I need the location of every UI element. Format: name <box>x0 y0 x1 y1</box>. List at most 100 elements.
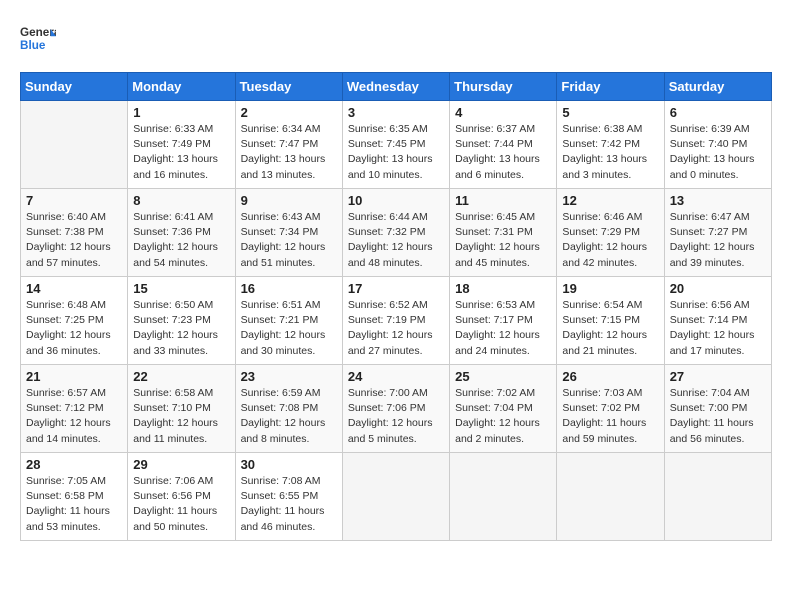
calendar-cell: 9 Sunrise: 6:43 AM Sunset: 7:34 PM Daylig… <box>235 189 342 277</box>
day-number: 25 <box>455 369 551 384</box>
logo-icon: General Blue <box>20 20 56 56</box>
calendar-cell: 14 Sunrise: 6:48 AM Sunset: 7:25 PM Dayli… <box>21 277 128 365</box>
day-info: Sunrise: 6:43 AM Sunset: 7:34 PM Dayligh… <box>241 210 337 271</box>
day-number: 7 <box>26 193 122 208</box>
calendar-cell: 29 Sunrise: 7:06 AM Sunset: 6:56 PM Dayli… <box>128 453 235 541</box>
calendar-cell: 1 Sunrise: 6:33 AM Sunset: 7:49 PM Daylig… <box>128 101 235 189</box>
day-number: 17 <box>348 281 444 296</box>
header-cell-wednesday: Wednesday <box>342 73 449 101</box>
calendar-cell: 3 Sunrise: 6:35 AM Sunset: 7:45 PM Daylig… <box>342 101 449 189</box>
day-info: Sunrise: 6:51 AM Sunset: 7:21 PM Dayligh… <box>241 298 337 359</box>
calendar-cell: 23Sunrise: 6:59 AM Sunset: 7:08 PM Dayli… <box>235 365 342 453</box>
day-info: Sunrise: 6:52 AM Sunset: 7:19 PM Dayligh… <box>348 298 444 359</box>
calendar-cell: 20 Sunrise: 6:56 AM Sunset: 7:14 PM Dayli… <box>664 277 771 365</box>
day-info: Sunrise: 6:34 AM Sunset: 7:47 PM Dayligh… <box>241 122 337 183</box>
calendar-cell: 12 Sunrise: 6:46 AM Sunset: 7:29 PM Dayli… <box>557 189 664 277</box>
calendar-cell: 19 Sunrise: 6:54 AM Sunset: 7:15 PM Dayli… <box>557 277 664 365</box>
logo: General Blue <box>20 20 60 56</box>
calendar-cell: 13Sunrise: 6:47 AM Sunset: 7:27 PM Dayli… <box>664 189 771 277</box>
calendar-cell: 4 Sunrise: 6:37 AM Sunset: 7:44 PM Daylig… <box>450 101 557 189</box>
calendar-cell: 17 Sunrise: 6:52 AM Sunset: 7:19 PM Dayli… <box>342 277 449 365</box>
day-number: 3 <box>348 105 444 120</box>
calendar-cell: 6 Sunrise: 6:39 AM Sunset: 7:40 PM Daylig… <box>664 101 771 189</box>
day-number: 10 <box>348 193 444 208</box>
day-info: Sunrise: 6:48 AM Sunset: 7:25 PM Dayligh… <box>26 298 122 359</box>
day-info: Sunrise: 6:45 AM Sunset: 7:31 PM Dayligh… <box>455 210 551 271</box>
calendar-cell: 25 Sunrise: 7:02 AM Sunset: 7:04 PM Dayli… <box>450 365 557 453</box>
day-info: Sunrise: 6:57 AM Sunset: 7:12 PM Dayligh… <box>26 386 122 447</box>
calendar-cell: 16 Sunrise: 6:51 AM Sunset: 7:21 PM Dayli… <box>235 277 342 365</box>
day-info: Sunrise: 7:05 AM Sunset: 6:58 PM Dayligh… <box>26 474 122 535</box>
header-cell-friday: Friday <box>557 73 664 101</box>
day-info: Sunrise: 7:00 AM Sunset: 7:06 PM Dayligh… <box>348 386 444 447</box>
calendar-cell: 5Sunrise: 6:38 AM Sunset: 7:42 PM Daylig… <box>557 101 664 189</box>
day-number: 24 <box>348 369 444 384</box>
day-number: 29 <box>133 457 229 472</box>
day-info: Sunrise: 6:33 AM Sunset: 7:49 PM Dayligh… <box>133 122 229 183</box>
calendar-cell <box>342 453 449 541</box>
calendar-cell: 15Sunrise: 6:50 AM Sunset: 7:23 PM Dayli… <box>128 277 235 365</box>
header-row: SundayMondayTuesdayWednesdayThursdayFrid… <box>21 73 772 101</box>
week-row-1: 1 Sunrise: 6:33 AM Sunset: 7:49 PM Daylig… <box>21 101 772 189</box>
day-number: 2 <box>241 105 337 120</box>
calendar-cell: 27 Sunrise: 7:04 AM Sunset: 7:00 PM Dayli… <box>664 365 771 453</box>
day-number: 22 <box>133 369 229 384</box>
day-info: Sunrise: 7:08 AM Sunset: 6:55 PM Dayligh… <box>241 474 337 535</box>
day-number: 15 <box>133 281 229 296</box>
day-info: Sunrise: 6:54 AM Sunset: 7:15 PM Dayligh… <box>562 298 658 359</box>
calendar-table: SundayMondayTuesdayWednesdayThursdayFrid… <box>20 72 772 541</box>
week-row-4: 21 Sunrise: 6:57 AM Sunset: 7:12 PM Dayli… <box>21 365 772 453</box>
day-number: 11 <box>455 193 551 208</box>
calendar-cell: 24 Sunrise: 7:00 AM Sunset: 7:06 PM Dayli… <box>342 365 449 453</box>
day-info: Sunrise: 6:39 AM Sunset: 7:40 PM Dayligh… <box>670 122 766 183</box>
day-number: 1 <box>133 105 229 120</box>
calendar-cell: 10 Sunrise: 6:44 AM Sunset: 7:32 PM Dayli… <box>342 189 449 277</box>
calendar-cell <box>557 453 664 541</box>
calendar-cell: 11 Sunrise: 6:45 AM Sunset: 7:31 PM Dayli… <box>450 189 557 277</box>
calendar-header: SundayMondayTuesdayWednesdayThursdayFrid… <box>21 73 772 101</box>
week-row-2: 7Sunrise: 6:40 AM Sunset: 7:38 PM Daylig… <box>21 189 772 277</box>
calendar-cell: 18 Sunrise: 6:53 AM Sunset: 7:17 PM Dayli… <box>450 277 557 365</box>
header: General Blue <box>20 20 772 56</box>
day-info: Sunrise: 7:04 AM Sunset: 7:00 PM Dayligh… <box>670 386 766 447</box>
day-info: Sunrise: 6:37 AM Sunset: 7:44 PM Dayligh… <box>455 122 551 183</box>
svg-text:Blue: Blue <box>20 39 46 52</box>
day-info: Sunrise: 6:59 AM Sunset: 7:08 PM Dayligh… <box>241 386 337 447</box>
day-number: 4 <box>455 105 551 120</box>
day-info: Sunrise: 7:03 AM Sunset: 7:02 PM Dayligh… <box>562 386 658 447</box>
day-number: 18 <box>455 281 551 296</box>
calendar-cell <box>664 453 771 541</box>
day-number: 28 <box>26 457 122 472</box>
calendar-cell: 2 Sunrise: 6:34 AM Sunset: 7:47 PM Daylig… <box>235 101 342 189</box>
day-info: Sunrise: 6:46 AM Sunset: 7:29 PM Dayligh… <box>562 210 658 271</box>
day-number: 12 <box>562 193 658 208</box>
day-number: 21 <box>26 369 122 384</box>
day-info: Sunrise: 6:44 AM Sunset: 7:32 PM Dayligh… <box>348 210 444 271</box>
day-number: 14 <box>26 281 122 296</box>
header-cell-thursday: Thursday <box>450 73 557 101</box>
day-number: 16 <box>241 281 337 296</box>
day-number: 9 <box>241 193 337 208</box>
calendar-cell <box>21 101 128 189</box>
day-info: Sunrise: 6:58 AM Sunset: 7:10 PM Dayligh… <box>133 386 229 447</box>
day-info: Sunrise: 7:06 AM Sunset: 6:56 PM Dayligh… <box>133 474 229 535</box>
header-cell-saturday: Saturday <box>664 73 771 101</box>
calendar-cell: 21 Sunrise: 6:57 AM Sunset: 7:12 PM Dayli… <box>21 365 128 453</box>
calendar-body: 1 Sunrise: 6:33 AM Sunset: 7:49 PM Daylig… <box>21 101 772 541</box>
calendar-cell: 28 Sunrise: 7:05 AM Sunset: 6:58 PM Dayli… <box>21 453 128 541</box>
day-number: 30 <box>241 457 337 472</box>
header-cell-monday: Monday <box>128 73 235 101</box>
day-info: Sunrise: 6:56 AM Sunset: 7:14 PM Dayligh… <box>670 298 766 359</box>
day-info: Sunrise: 7:02 AM Sunset: 7:04 PM Dayligh… <box>455 386 551 447</box>
day-number: 27 <box>670 369 766 384</box>
day-number: 20 <box>670 281 766 296</box>
day-info: Sunrise: 6:35 AM Sunset: 7:45 PM Dayligh… <box>348 122 444 183</box>
day-number: 6 <box>670 105 766 120</box>
day-number: 19 <box>562 281 658 296</box>
day-info: Sunrise: 6:47 AM Sunset: 7:27 PM Dayligh… <box>670 210 766 271</box>
day-info: Sunrise: 6:53 AM Sunset: 7:17 PM Dayligh… <box>455 298 551 359</box>
calendar-cell: 7Sunrise: 6:40 AM Sunset: 7:38 PM Daylig… <box>21 189 128 277</box>
week-row-3: 14 Sunrise: 6:48 AM Sunset: 7:25 PM Dayli… <box>21 277 772 365</box>
calendar-cell <box>450 453 557 541</box>
day-number: 5 <box>562 105 658 120</box>
